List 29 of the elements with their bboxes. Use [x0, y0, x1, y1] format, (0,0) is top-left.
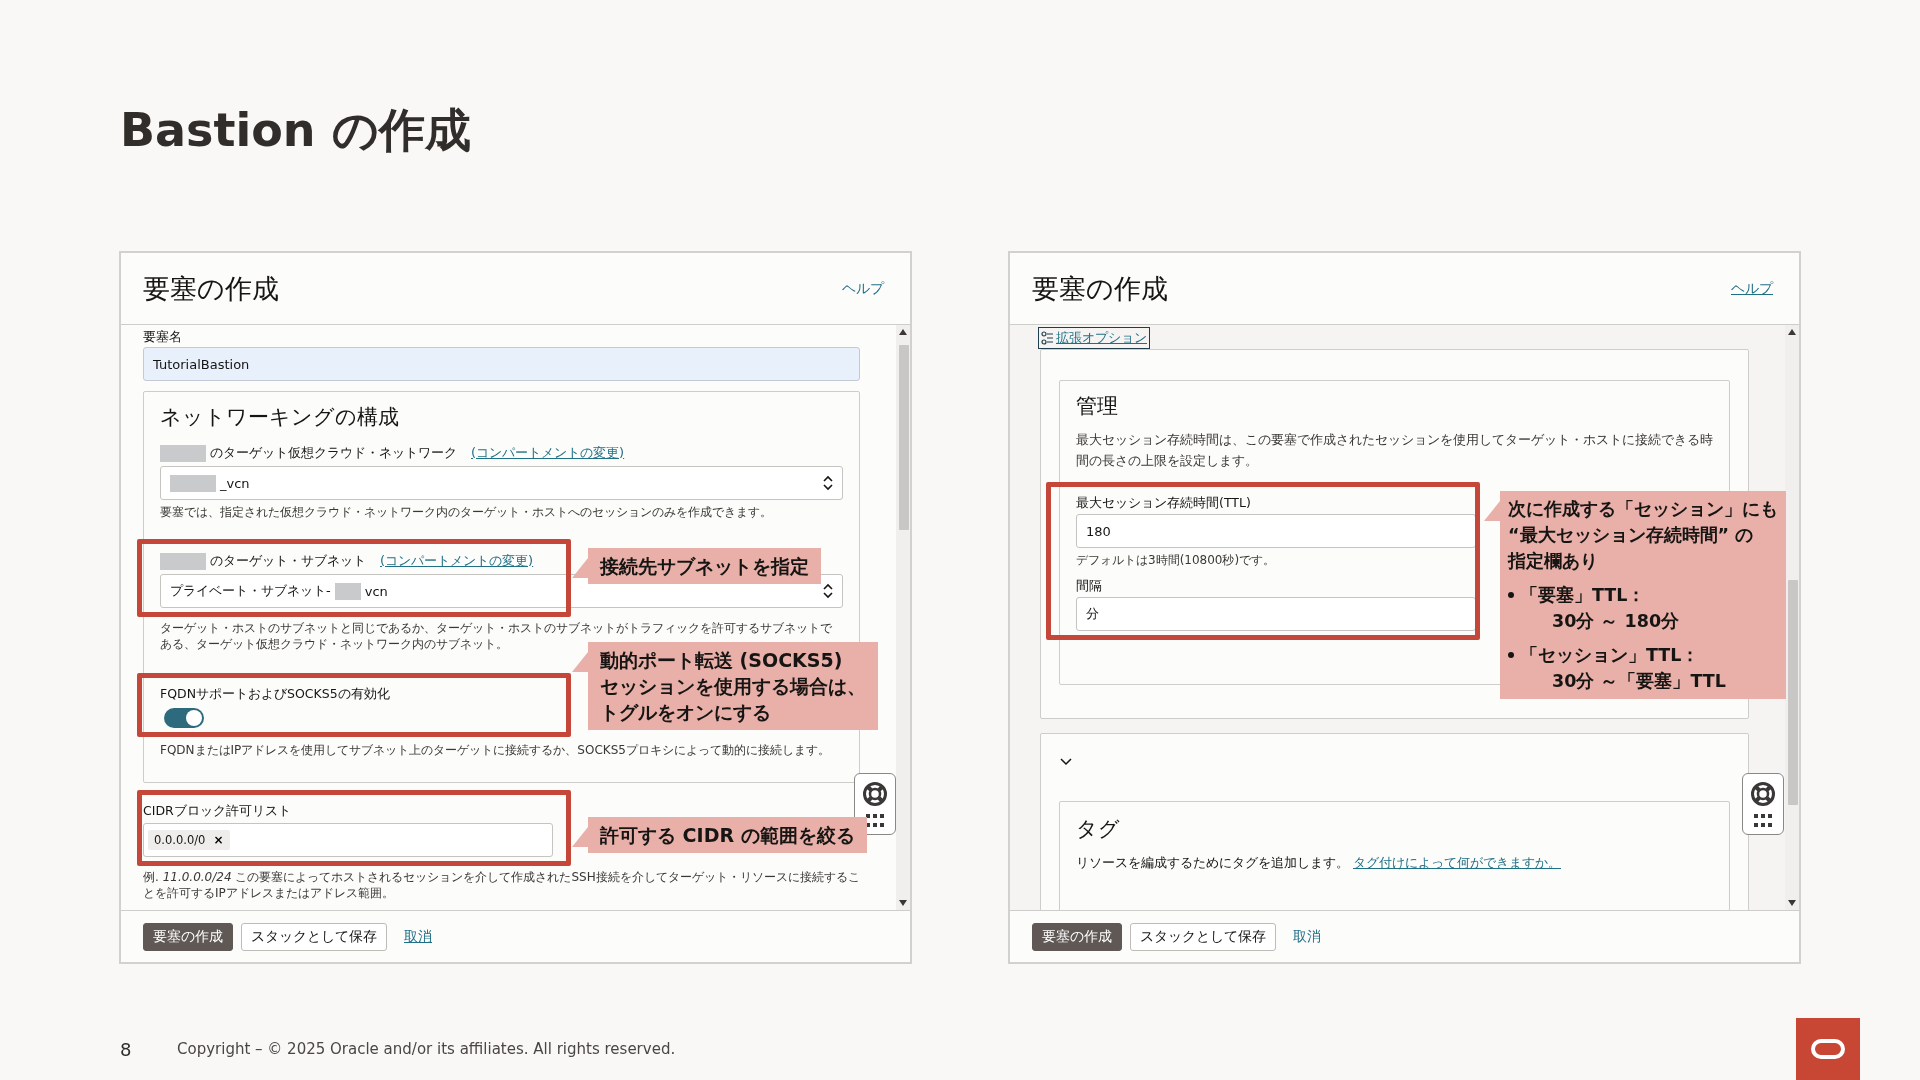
- callout-tooltip: 次に作成する「セッション」にも “最大セッション存続時間” の 指定欄あり 「要塞」TTL： 30分 ～ 180分 「セッション」TTL： 30分 ～「要塞」TTL: [1484, 491, 1786, 699]
- field-label: のターゲット・サブネット: [210, 552, 366, 570]
- select-value: vcn: [364, 583, 388, 599]
- field-label: 要塞名: [143, 329, 183, 345]
- cidr-chip: 0.0.0.0/0 ×: [148, 830, 230, 850]
- field-label: 間隔: [1076, 578, 1102, 594]
- field-label: のターゲット仮想クラウド・ネットワーク: [210, 444, 457, 462]
- help-text: FQDNまたはIPアドレスを使用してサブネット上のターゲットに接続するか、SOCKS5プロキシによって動的に接続します。: [160, 742, 831, 758]
- help-text: デフォルトは3時間(10800秒)です。: [1076, 552, 1276, 568]
- dialog-title: 要塞の作成: [1032, 271, 1168, 306]
- help-text: 要塞では、指定された仮想クラウド・ネットワーク内のターゲット・ホストへのセッションのみを作成できます。: [160, 504, 773, 520]
- select-value: _vcn: [220, 475, 250, 491]
- copyright-text: Copyright – © 2025 Oracle and/or its affiliates. All rights reserved.: [177, 1040, 676, 1058]
- field-label: FQDNサポートおよびSOCKS5の有効化: [160, 686, 390, 702]
- field-label: CIDRブロック許可リスト: [143, 803, 291, 819]
- section-description: リソースを編成するためにタグを追加します。: [1076, 854, 1349, 872]
- dialog-title: 要塞の作成: [143, 271, 279, 306]
- callout-tooltip: 接続先サブネットを指定: [572, 548, 821, 584]
- section-description: 最大セッション存続時間は、この要塞で作成されたセッションを使用してターゲット・ホストに接続できる時間の長さの上限を設定します。: [1076, 431, 1713, 470]
- section-title: 管理: [1076, 393, 1119, 419]
- help-text: 例. 11.0.0.0/24 この要塞によってホストされるセッションを介して作成されたSSH接続を介してターゲット・リソースに接続することを許可するIPアドレスまたはアドレス範囲。: [143, 869, 860, 901]
- section-title: タグ: [1076, 816, 1121, 842]
- callout-tooltip: 許可する CIDR の範囲を絞る: [572, 817, 867, 853]
- slide-title: Bastion の作成: [120, 102, 472, 159]
- section-title: ネットワーキングの構成: [160, 404, 400, 430]
- field-label: 最大セッション存続時間(TTL): [1076, 495, 1251, 511]
- page-number: 8: [120, 1038, 133, 1060]
- select-value: プライベート・サブネット-: [170, 582, 331, 600]
- callout-tooltip: 動的ポート転送 (SOCKS5) セッションを使用する場合は、 トグルをオンにする: [572, 642, 878, 730]
